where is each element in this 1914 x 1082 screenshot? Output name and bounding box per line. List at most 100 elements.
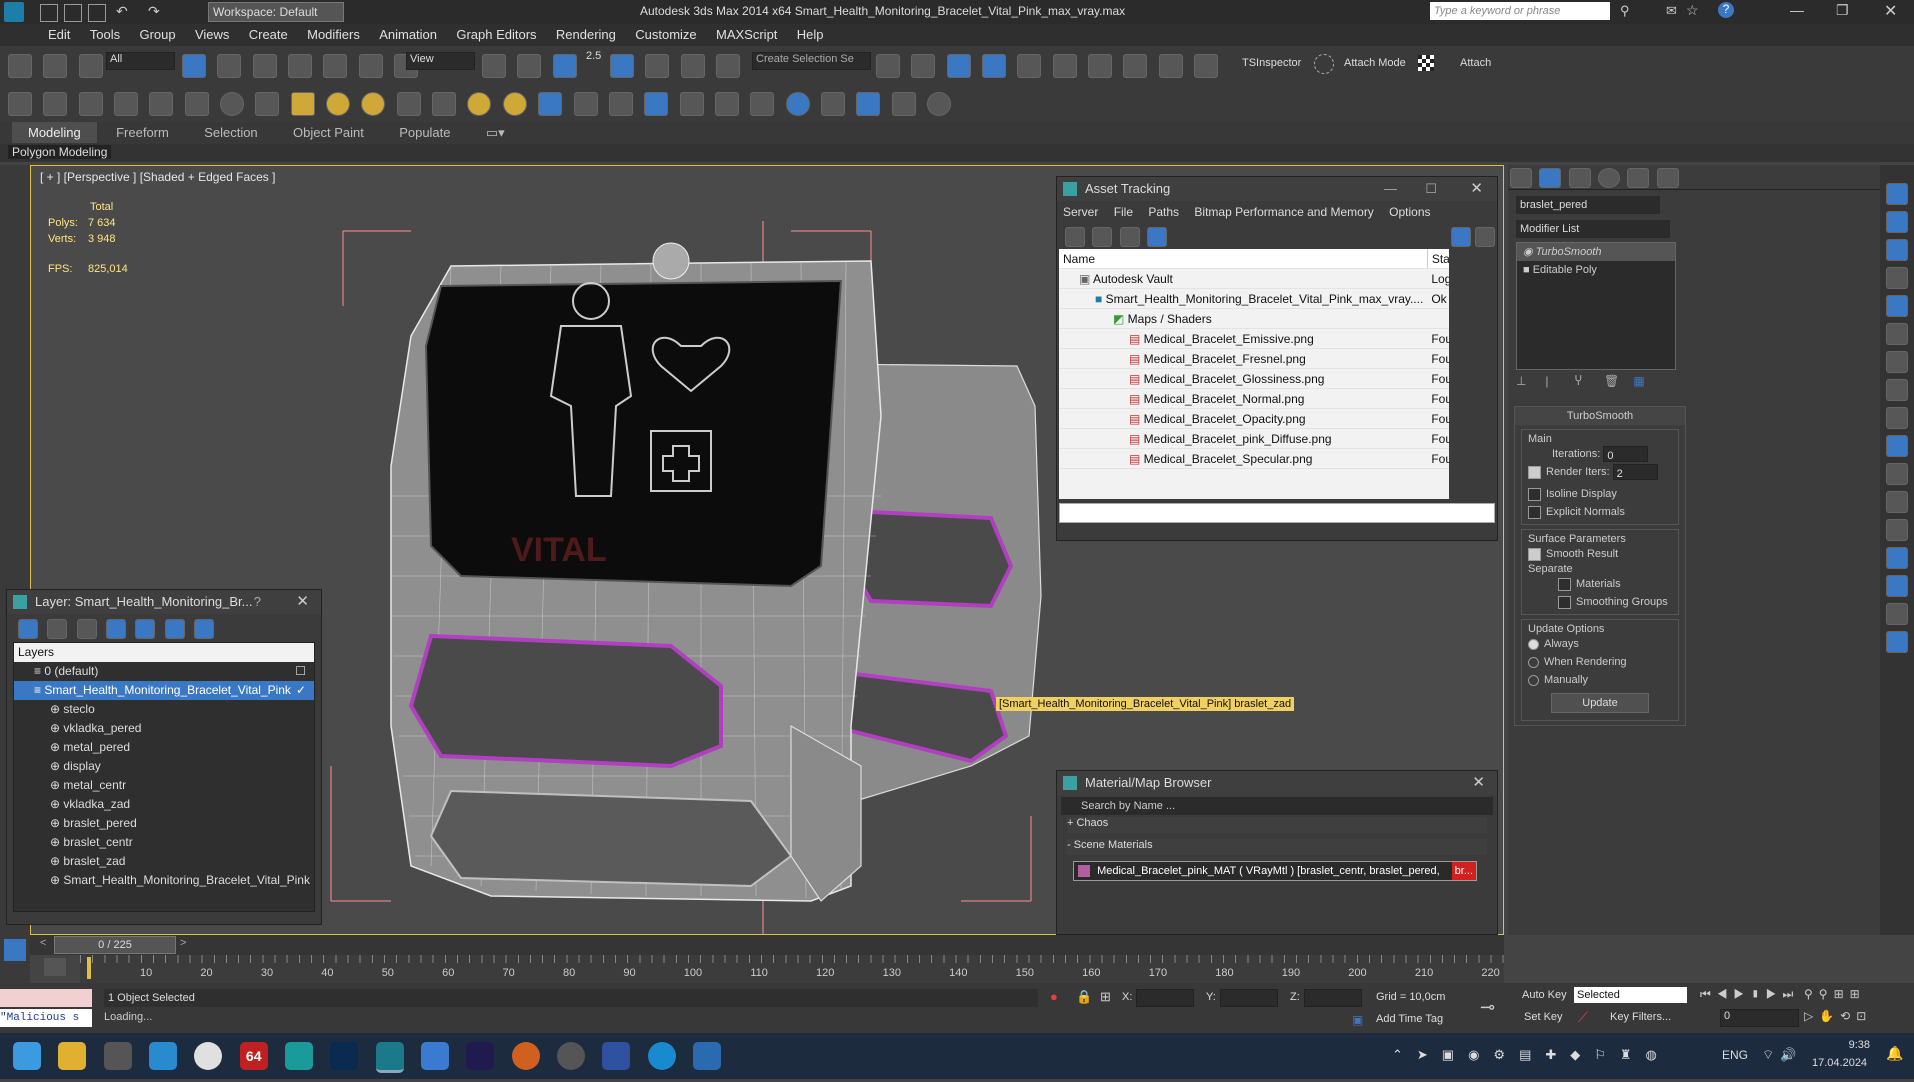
vray-toolbar-icon[interactable]	[1886, 183, 1908, 205]
file-explorer-icon[interactable]	[58, 1042, 87, 1070]
new-file-icon[interactable]	[40, 4, 58, 22]
telegram-icon[interactable]	[149, 1042, 178, 1070]
dome-icon[interactable]	[326, 92, 351, 116]
fur-icon[interactable]	[538, 92, 563, 116]
prev-frame-icon[interactable]: <	[40, 937, 46, 949]
system-tray-icons[interactable]: ⌃➤▣◉⚙▤✚◆⚐♜◍	[1392, 1047, 1671, 1063]
vray-camera-icon[interactable]	[1886, 435, 1908, 457]
list-item[interactable]: ⊕ metal_pered	[14, 738, 314, 757]
material-entry[interactable]: Medical_Bracelet_pink_MAT ( VRayMtl ) [b…	[1073, 861, 1477, 881]
material-search-input[interactable]: Search by Name ...	[1061, 797, 1493, 815]
clock-time[interactable]: 9:38	[1820, 1039, 1870, 1051]
sun-icon[interactable]	[467, 92, 492, 116]
notification-icon[interactable]: 🔔	[1886, 1045, 1903, 1062]
edit-named-selection-icon[interactable]	[716, 54, 741, 78]
plant-icon[interactable]	[679, 92, 704, 116]
photoshop-icon[interactable]	[330, 1042, 359, 1070]
delete-layer-icon[interactable]	[47, 619, 68, 639]
chrome-icon[interactable]	[194, 1042, 223, 1070]
help-circle-icon[interactable]	[926, 92, 951, 116]
scene-materials-group[interactable]: - Scene Materials	[1067, 839, 1487, 855]
3dsmax-active-icon[interactable]	[375, 1042, 404, 1073]
unlink-icon[interactable]	[43, 54, 68, 78]
pivot-center-icon[interactable]	[482, 54, 506, 78]
set-key-button[interactable]: Set Key	[1524, 1011, 1563, 1023]
proxy-icon[interactable]	[573, 92, 598, 116]
vray-fur-icon[interactable]	[1886, 351, 1908, 373]
notepad-icon[interactable]	[421, 1042, 450, 1070]
redo-icon[interactable]: ↷	[148, 3, 160, 20]
auto-key-button[interactable]: Auto Key	[1522, 989, 1567, 1001]
grid-icon[interactable]	[114, 92, 139, 116]
storage-icon[interactable]	[602, 1042, 631, 1070]
undo-icon[interactable]: ↶	[116, 3, 128, 20]
menu-paths[interactable]: Paths	[1148, 205, 1179, 219]
minimize-icon[interactable]: —	[1384, 177, 1397, 201]
plane-icon[interactable]	[290, 92, 315, 116]
angle-snap-icon[interactable]	[610, 54, 634, 78]
render-setup-icon[interactable]	[1123, 54, 1148, 78]
chaos-group[interactable]: + Chaos	[1067, 817, 1487, 833]
tab-selection[interactable]: Selection	[188, 122, 273, 143]
key-filters-button[interactable]: Key Filters...	[1610, 1011, 1671, 1023]
list-item[interactable]: ≡ 0 (default) ☐	[14, 662, 314, 681]
attach-button[interactable]: Attach	[1460, 57, 1491, 69]
add-to-layer-icon[interactable]	[76, 619, 97, 639]
sphere-light-icon[interactable]	[220, 92, 245, 116]
list-item[interactable]: ⊕ display	[14, 757, 314, 776]
maximize-icon[interactable]: ❐	[1836, 2, 1849, 19]
freeze-all-icon[interactable]	[194, 619, 215, 639]
hair-icon[interactable]	[714, 92, 739, 116]
table-row[interactable]: ▤ Medical_Bracelet_pink_Diffuse.pngFound	[1059, 428, 1449, 449]
physical-camera-icon[interactable]	[644, 92, 669, 116]
isolate-icon[interactable]: ●	[1050, 989, 1058, 1004]
rollout-title[interactable]: TurboSmooth	[1515, 407, 1685, 425]
table-view-icon[interactable]	[1147, 227, 1168, 247]
select-by-name-icon[interactable]	[217, 54, 242, 78]
make-unique-icon[interactable]: Ⴤ	[1575, 374, 1591, 388]
list-item[interactable]: ⊕ metal_centr	[14, 776, 314, 795]
select-object-icon[interactable]	[182, 54, 206, 78]
new-layer-icon[interactable]	[18, 619, 38, 639]
set-key-icon[interactable]: ⟋	[1578, 1009, 1588, 1026]
vray-sun-icon[interactable]	[1886, 267, 1908, 289]
vray-help-icon[interactable]	[1886, 631, 1908, 653]
menu-group[interactable]: Group	[131, 24, 183, 45]
github-icon[interactable]	[557, 1042, 586, 1070]
mini-curve-editor-icon[interactable]	[4, 939, 26, 961]
maxscript-listener[interactable]: "Malicious s	[0, 1009, 92, 1027]
search-input[interactable]: Type a keyword or phrase	[1430, 2, 1610, 20]
layer-manager-icon[interactable]	[946, 54, 971, 78]
table-row[interactable]: ▤ Medical_Bracelet_Glossiness.pngFound	[1059, 368, 1449, 389]
maximize-icon[interactable]: ☐	[1425, 177, 1437, 201]
grammarly-icon[interactable]	[511, 1042, 540, 1070]
select-highlighted-icon[interactable]	[106, 619, 127, 639]
close-icon[interactable]: ✕	[1884, 1, 1897, 21]
ref-coord-dropdown[interactable]: View	[406, 52, 475, 70]
table-row[interactable]: ▤ Medical_Bracelet_Opacity.pngFound	[1059, 408, 1449, 429]
list-item[interactable]: ⊕ braslet_pered	[14, 814, 314, 833]
close-icon[interactable]: ✕	[296, 590, 309, 614]
table-row[interactable]: ▣ Autodesk VaultLogged Out	[1059, 268, 1449, 289]
render-icon[interactable]	[43, 92, 68, 116]
vray-vfb-icon[interactable]	[1886, 547, 1908, 569]
playback-controls[interactable]: ⏮◀▶▮▶⏭	[1700, 987, 1799, 1002]
list-item[interactable]: ⊕ steclo	[14, 700, 314, 719]
table-row[interactable]: ▤ Medical_Bracelet_Normal.pngFound	[1059, 388, 1449, 409]
lock-icon[interactable]: 🔒	[1076, 989, 1092, 1005]
menu-tools[interactable]: Tools	[82, 24, 128, 45]
time-tag-icon[interactable]: ▣	[1352, 1013, 1363, 1027]
vray-decal-icon[interactable]	[1886, 575, 1908, 597]
menu-maxscript[interactable]: MAXScript	[708, 24, 785, 45]
layers-header[interactable]: Layers	[14, 643, 314, 662]
schematic-view-icon[interactable]	[1052, 54, 1077, 78]
camera-app-icon[interactable]	[693, 1042, 722, 1070]
track-bar-icon[interactable]	[44, 958, 66, 976]
explicit-normals-checkbox[interactable]	[1528, 505, 1541, 519]
viewport-nav-controls-2[interactable]: ▷✋⟲⊡	[1804, 1009, 1872, 1023]
table-icon[interactable]	[78, 92, 103, 116]
help-icon[interactable]	[1451, 227, 1471, 247]
start-icon[interactable]	[13, 1042, 41, 1070]
menu-rendering[interactable]: Rendering	[548, 24, 624, 45]
help-button[interactable]: ?	[254, 590, 261, 614]
